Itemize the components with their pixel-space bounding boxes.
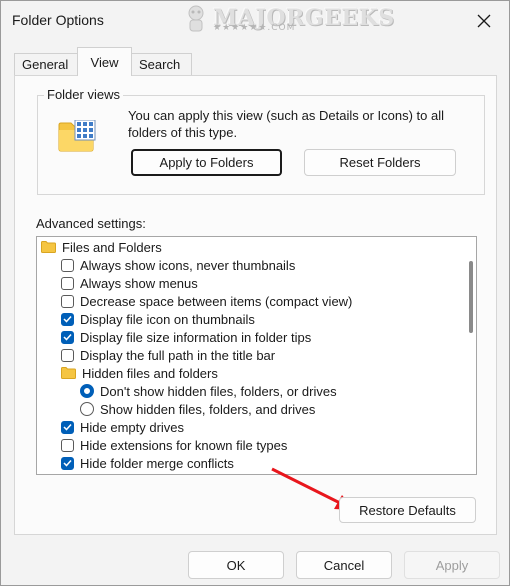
folder-views-legend: Folder views <box>44 87 123 102</box>
checkbox-unchecked[interactable] <box>61 294 74 308</box>
checkbox-label: Hide extensions for known file types <box>80 437 288 453</box>
tab-general[interactable]: General <box>14 53 78 75</box>
checkbox-unchecked[interactable] <box>61 276 74 290</box>
checkbox-row-hide-extensions[interactable]: Hide extensions for known file types <box>61 436 287 454</box>
checkmark-icon <box>63 315 72 323</box>
checkbox-label: Always show menus <box>80 275 198 291</box>
radio-unselected[interactable] <box>80 402 94 416</box>
checkbox-label: Display file icon on thumbnails <box>80 311 255 327</box>
checkbox-unchecked[interactable] <box>61 438 74 452</box>
folder-views-description: You can apply this view (such as Details… <box>128 108 445 140</box>
view-tab-panel: Folder views You can apply this view (su… <box>14 75 497 535</box>
checkbox-label: Decrease space between items (compact vi… <box>80 293 353 309</box>
tab-search[interactable]: Search <box>131 53 192 75</box>
majorgeeks-logo-icon <box>188 5 204 32</box>
tree-folder-label: Hidden files and folders <box>82 365 218 381</box>
advanced-settings-label: Advanced settings: <box>36 216 146 231</box>
checkbox-checked[interactable] <box>61 330 74 344</box>
tab-search-label: Search <box>139 57 181 72</box>
checkbox-row-hide-empty-drives[interactable]: Hide empty drives <box>61 418 184 436</box>
checkbox-checked[interactable] <box>61 420 74 434</box>
restore-defaults-button[interactable]: Restore Defaults <box>339 497 476 523</box>
checkbox-row-always-show-icons[interactable]: Always show icons, never thumbnails <box>61 256 295 274</box>
close-icon <box>477 14 491 28</box>
watermark-subtext: ★★★★★★.COM <box>213 23 296 33</box>
checkbox-checked[interactable] <box>61 456 74 470</box>
tab-general-label: General <box>22 57 69 72</box>
tree-folder-label: Files and Folders <box>62 239 162 255</box>
checkbox-label: Hide empty drives <box>80 419 185 435</box>
checkbox-row-full-path[interactable]: Display the full path in the title bar <box>61 346 275 364</box>
tree-folder-hidden-files: Hidden files and folders <box>61 364 218 382</box>
checkbox-row-display-file-size[interactable]: Display file size information in folder … <box>61 328 311 346</box>
apply-button[interactable]: Apply <box>404 551 500 579</box>
checkbox-row-display-file-icon[interactable]: Display file icon on thumbnails <box>61 310 255 328</box>
title-bar: Folder Options MAJORGEEKS ★★★★★★.COM <box>1 1 509 41</box>
folder-view-icon <box>58 120 96 152</box>
checkmark-icon <box>63 459 72 467</box>
radio-row-show-hidden[interactable]: Show hidden files, folders, and drives <box>80 400 315 418</box>
radio-label: Don't show hidden files, folders, or dri… <box>100 383 337 399</box>
checkbox-label: Display file size information in folder … <box>80 329 312 345</box>
checkbox-label: Hide folder merge conflicts <box>80 455 234 471</box>
radio-selected[interactable] <box>80 384 94 398</box>
radio-row-dont-show-hidden[interactable]: Don't show hidden files, folders, or dri… <box>80 382 337 400</box>
tab-view-label: View <box>90 54 119 70</box>
checkbox-unchecked[interactable] <box>61 348 74 362</box>
folder-views-group: Folder views You can apply this view (su… <box>37 87 485 195</box>
reset-folders-button[interactable]: Reset Folders <box>304 149 456 176</box>
tab-view[interactable]: View <box>77 47 132 76</box>
close-button[interactable] <box>469 7 499 35</box>
radio-label: Show hidden files, folders, and drives <box>100 401 316 417</box>
checkbox-label: Display the full path in the title bar <box>80 347 276 363</box>
folder-options-dialog: Folder Options MAJORGEEKS ★★★★★★.COM Gen… <box>0 0 510 586</box>
folder-icon <box>61 367 76 379</box>
advanced-settings-tree[interactable]: Files and Folders Always show icons, nev… <box>36 236 477 475</box>
vertical-scrollbar[interactable] <box>469 261 473 333</box>
apply-to-folders-button[interactable]: Apply to Folders <box>131 149 282 176</box>
window-title: Folder Options <box>12 12 104 28</box>
cancel-button[interactable]: Cancel <box>296 551 392 579</box>
tree-folder-files-and-folders: Files and Folders <box>41 238 162 256</box>
checkmark-icon <box>63 333 72 341</box>
checkbox-label: Always show icons, never thumbnails <box>80 257 296 273</box>
checkbox-row-decrease-space[interactable]: Decrease space between items (compact vi… <box>61 292 352 310</box>
checkmark-icon <box>63 423 72 431</box>
checkbox-row-hide-merge-conflicts[interactable]: Hide folder merge conflicts <box>61 454 234 472</box>
ok-button[interactable]: OK <box>188 551 284 579</box>
folder-icon <box>41 241 56 253</box>
checkbox-row-always-show-menus[interactable]: Always show menus <box>61 274 198 292</box>
checkbox-checked[interactable] <box>61 312 74 326</box>
checkbox-unchecked[interactable] <box>61 258 74 272</box>
